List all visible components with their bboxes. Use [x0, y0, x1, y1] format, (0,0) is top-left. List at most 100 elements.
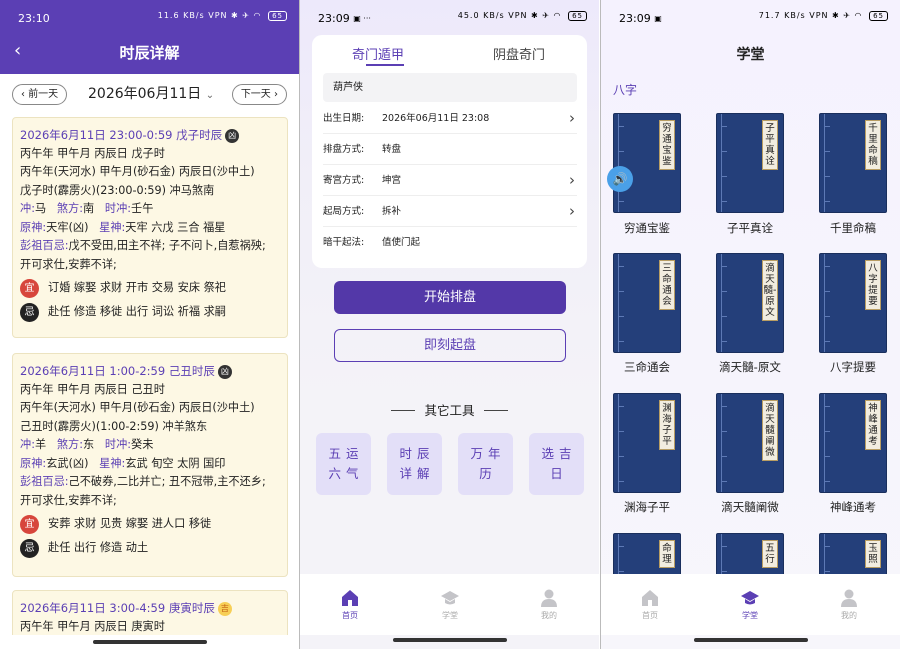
ji-row: 忌赴任 修造 移徙 出行 词讼 祈福 求嗣: [20, 303, 280, 322]
angan-mode-row[interactable]: 暗干起法: 值使门起: [323, 227, 577, 258]
book-title[interactable]: 子平真诠: [705, 220, 795, 236]
battery-icon: 65: [869, 11, 888, 21]
book-title[interactable]: 八字提要: [808, 359, 898, 375]
ganzhi-line: 丙午年 甲午月 丙辰日 己丑时: [20, 382, 165, 396]
book-label: 八字提要: [865, 260, 881, 310]
current-date[interactable]: 2026年06月11日 ⌄: [88, 84, 214, 106]
book-cover[interactable]: 滴天髓阐微: [716, 393, 784, 493]
book-title[interactable]: 神峰通考: [808, 499, 898, 515]
book-stitch: [618, 431, 624, 432]
graduation-cap-icon: [741, 591, 759, 605]
book-stitch: [721, 126, 727, 127]
jigong-mode-row[interactable]: 寄宫方式: 坤宫 ›: [323, 165, 577, 196]
tab-school[interactable]: 学堂: [720, 588, 780, 621]
home-indicator[interactable]: [92, 640, 207, 644]
book-cover[interactable]: 渊海子平: [613, 393, 681, 493]
book-stitch: [618, 481, 624, 482]
row-value: 坤宫: [382, 175, 402, 186]
yi-row: 宜订婚 嫁娶 求财 开市 交易 安床 祭祀: [20, 279, 280, 298]
start-paipan-button[interactable]: 开始排盘: [334, 281, 566, 314]
tab-mine[interactable]: 我的: [519, 588, 579, 621]
pengzu-line: 彭祖百忌:己不破券,二比并亡; 丑不冠带,主不还乡; 开可求仕,安葬不详;: [20, 473, 280, 510]
instant-paipan-button[interactable]: 即刻起盘: [334, 329, 566, 362]
tab-home[interactable]: 首页: [320, 588, 380, 621]
book-stitch: [824, 316, 830, 317]
next-day-button[interactable]: 下一天 ›: [231, 84, 287, 105]
birthdate-row[interactable]: 出生日期: 2026年06月11日 23:08 ›: [323, 103, 577, 134]
book-label: 子平真诠: [762, 120, 778, 170]
book-stitch: [824, 481, 830, 482]
card-title: 2026年6月11日 23:00-0:59 戊子时辰凶: [20, 126, 280, 145]
tag-badge: 凶: [225, 129, 240, 143]
book-stitch: [824, 151, 830, 152]
label: 彭祖百忌:: [20, 239, 69, 252]
tab-home[interactable]: 首页: [620, 588, 680, 621]
tab-mine[interactable]: 我的: [819, 588, 879, 621]
book-title[interactable]: 千里命稿: [808, 220, 898, 236]
name-input[interactable]: 葫芦侠: [323, 73, 577, 102]
panel-shichen-detail: 23:10 11.6 KB/s VPN ✱ ✈ ◠ 65 ‹ 时辰详解 ‹ 前一…: [0, 0, 299, 649]
tool-wuyun-liuqi[interactable]: 五运六气: [316, 433, 371, 495]
prev-day-label: 前一天: [28, 89, 59, 100]
tab-qimen[interactable]: 奇门遁甲: [352, 44, 404, 63]
book-binding: [721, 254, 722, 352]
book-label: 千里命稿: [865, 120, 881, 170]
value: 玄武(凶): [46, 456, 89, 470]
tab-yinpan[interactable]: 阴盘奇门: [493, 44, 545, 63]
book-cover[interactable]: 神峰通考: [819, 393, 887, 493]
status-time: 23:09: [318, 11, 350, 25]
paipan-mode-row[interactable]: 排盘方式: 转盘: [323, 134, 577, 165]
tool-calendar[interactable]: 万年历: [458, 433, 513, 495]
book-title[interactable]: 滴天髓-原文: [705, 359, 795, 375]
qiju-mode-row[interactable]: 起局方式: 拆补 ›: [323, 196, 577, 227]
book-stitch: [721, 481, 727, 482]
home-indicator[interactable]: [392, 638, 507, 642]
chevron-down-icon: ⌄: [205, 90, 215, 101]
status-time: 23:09: [619, 11, 651, 25]
bottom-tab-bar: 首页 学堂 我的: [300, 574, 599, 642]
home-indicator[interactable]: [693, 638, 808, 642]
status-icons: 45.0 KB/s VPN ✱ ✈ ◠ 65: [458, 11, 587, 21]
label: 冲:: [20, 438, 35, 451]
row-value: 拆补: [382, 206, 402, 217]
book-stitch: [824, 266, 830, 267]
label: 原神:: [20, 456, 47, 470]
book-stitch: [824, 431, 830, 432]
app-icons: ▣ ···: [353, 13, 371, 23]
book-stitch: [618, 341, 624, 342]
book-label: 穷通宝鉴: [659, 120, 675, 170]
book-cover[interactable]: 滴天髓-原文: [716, 253, 784, 353]
label: 星神:: [99, 220, 126, 234]
book-cover[interactable]: 三命通会: [613, 253, 681, 353]
card-title-text: 2026年6月11日 1:00-2:59 己丑时辰: [20, 364, 215, 378]
book-title[interactable]: 三命通会: [602, 359, 692, 375]
label: 时冲:: [104, 438, 132, 451]
prev-day-button[interactable]: ‹ 前一天: [12, 84, 68, 105]
status-icons: 11.6 KB/s VPN ✱ ✈ ◠ 65: [158, 11, 287, 21]
bottom-tab-bar: 首页 学堂 我的: [601, 574, 900, 642]
book-binding: [721, 394, 722, 492]
book-title[interactable]: 穷通宝鉴: [602, 220, 692, 236]
book-stitch: [618, 151, 624, 152]
tab-school[interactable]: 学堂: [420, 588, 480, 621]
ji-badge: 忌: [20, 303, 39, 322]
tool-xuanji-day[interactable]: 选吉日: [529, 433, 584, 495]
chong-line: 冲:马 煞方:南 时冲:壬午: [20, 200, 280, 219]
book-cover[interactable]: 千里命稿: [819, 113, 887, 213]
book-label: 神峰通考: [865, 400, 881, 450]
book-cover[interactable]: 穷通宝鉴: [613, 113, 681, 213]
label: 星神:: [99, 456, 126, 470]
nayin-line: 丙午年(天河水) 甲午月(砂石金) 丙辰日(沙中土): [20, 165, 255, 178]
speaker-icon[interactable]: 🔊: [607, 166, 633, 192]
book-title[interactable]: 渊海子平: [602, 499, 692, 515]
card-title-text: 2026年6月11日 23:00-0:59 戊子时辰: [20, 128, 223, 142]
book-label: 三命通会: [659, 260, 675, 310]
tab-indicator: [366, 64, 404, 66]
section-title: 八字: [613, 83, 638, 97]
book-title[interactable]: 滴天髓阐微: [705, 499, 795, 515]
book-stitch: [721, 291, 727, 292]
book-cover[interactable]: 子平真诠: [716, 113, 784, 213]
book-cover[interactable]: 八字提要: [819, 253, 887, 353]
header-bar: 23:10 11.6 KB/s VPN ✱ ✈ ◠ 65 ‹ 时辰详解: [0, 0, 299, 74]
tool-shichen-detail[interactable]: 时辰详解: [387, 433, 442, 495]
